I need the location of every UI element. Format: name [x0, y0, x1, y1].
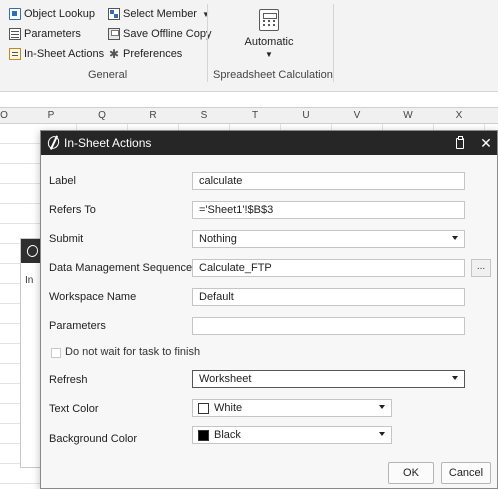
in-sheet-actions-label: In-Sheet Actions	[24, 48, 105, 60]
label-input[interactable]	[192, 172, 465, 190]
column-header[interactable]: T	[245, 110, 265, 121]
refresh-select-value: Worksheet	[199, 373, 252, 385]
parameters-label: Parameters	[49, 320, 106, 332]
refers-to-label: Refers To	[49, 204, 96, 216]
select-member-button[interactable]: Select Member ▼	[108, 8, 210, 20]
submit-select[interactable]: Nothing	[192, 230, 465, 248]
object-lookup-label: Object Lookup	[24, 8, 95, 20]
parameters-icon	[9, 28, 21, 40]
in-sheet-actions-button[interactable]: In-Sheet Actions	[9, 48, 104, 60]
background-color-select[interactable]: Black	[192, 426, 392, 444]
refresh-select[interactable]: Worksheet	[192, 370, 465, 388]
no-wait-label: Do not wait for task to finish	[65, 346, 201, 358]
general-group-label: General	[88, 69, 128, 81]
color-swatch	[198, 403, 209, 414]
column-header[interactable]: V	[347, 110, 367, 121]
column-header-row: O P Q R S T U V W X	[0, 107, 498, 124]
save-offline-copy-button[interactable]: Save Offline Copy	[108, 28, 211, 40]
parameters-input[interactable]	[192, 317, 465, 335]
chevron-down-icon	[379, 432, 385, 436]
object-lookup-icon	[9, 8, 21, 20]
chevron-down-icon	[379, 405, 385, 409]
no-wait-checkbox[interactable]	[51, 348, 61, 358]
column-header[interactable]: S	[194, 110, 214, 121]
column-header[interactable]: R	[143, 110, 163, 121]
select-member-icon	[108, 8, 120, 20]
refers-to-input[interactable]	[192, 201, 465, 219]
group-divider	[333, 4, 334, 82]
data-management-sequence-label: Data Management Sequence	[49, 262, 193, 274]
select-member-label: Select Member	[123, 8, 197, 20]
text-color-value: White	[214, 402, 243, 414]
background-panel-tab[interactable]: In	[25, 275, 33, 286]
chevron-down-icon: ▼	[265, 50, 273, 59]
calculation-group-label: Spreadsheet Calculation	[213, 69, 333, 81]
dialog-titlebar[interactable]: In-Sheet Actions ✕	[41, 131, 497, 155]
column-header[interactable]: X	[449, 110, 469, 121]
column-header[interactable]: W	[398, 110, 418, 121]
parameters-button[interactable]: Parameters	[9, 28, 81, 40]
text-color-label: Text Color	[49, 403, 99, 415]
dialog-title: In-Sheet Actions	[64, 136, 152, 150]
in-sheet-actions-icon	[9, 48, 21, 60]
chevron-down-icon	[452, 376, 458, 380]
in-sheet-actions-dialog: In-Sheet Actions ✕ Label Refers To Submi…	[40, 130, 498, 489]
chevron-down-icon: ▼	[201, 9, 210, 19]
submit-label: Submit	[49, 233, 84, 245]
save-offline-copy-label: Save Offline Copy	[123, 28, 212, 40]
ribbon: Object Lookup Parameters In-Sheet Action…	[0, 0, 498, 92]
column-header[interactable]: O	[0, 110, 14, 121]
close-icon: ✕	[480, 135, 492, 151]
background-color-label: Background Color	[49, 433, 138, 445]
text-color-select[interactable]: White	[192, 399, 392, 417]
clipboard-icon	[456, 136, 464, 149]
group-divider	[207, 4, 208, 82]
object-lookup-button[interactable]: Object Lookup	[9, 8, 95, 20]
submit-select-value: Nothing	[199, 233, 237, 245]
calculation-mode-label: Automatic	[244, 36, 294, 48]
color-swatch	[198, 430, 209, 441]
column-header[interactable]: U	[296, 110, 316, 121]
preferences-label: Preferences	[123, 48, 183, 60]
workspace-name-input[interactable]	[192, 288, 465, 306]
close-button[interactable]: ✕	[477, 134, 495, 152]
parameters-label: Parameters	[24, 28, 81, 40]
preferences-button[interactable]: ✱ Preferences	[108, 48, 182, 60]
save-icon	[108, 28, 120, 40]
column-header[interactable]: Q	[92, 110, 112, 121]
clipboard-button[interactable]	[451, 134, 469, 152]
label-field-label: Label	[49, 175, 76, 187]
column-header[interactable]: P	[41, 110, 61, 121]
data-management-sequence-input[interactable]	[192, 259, 465, 277]
calculator-icon	[259, 9, 279, 31]
cancel-button[interactable]: Cancel	[441, 462, 491, 484]
background-color-value: Black	[214, 429, 241, 441]
ok-button[interactable]: OK	[388, 462, 434, 484]
oracle-logo-icon	[47, 136, 61, 150]
calculation-mode-button[interactable]: Automatic ▼	[236, 6, 302, 62]
browse-sequence-button[interactable]: ...	[471, 259, 491, 277]
wrench-icon: ✱	[108, 47, 120, 61]
workspace-name-label: Workspace Name	[49, 291, 137, 303]
refresh-label: Refresh	[49, 374, 88, 386]
chevron-down-icon	[452, 236, 458, 240]
